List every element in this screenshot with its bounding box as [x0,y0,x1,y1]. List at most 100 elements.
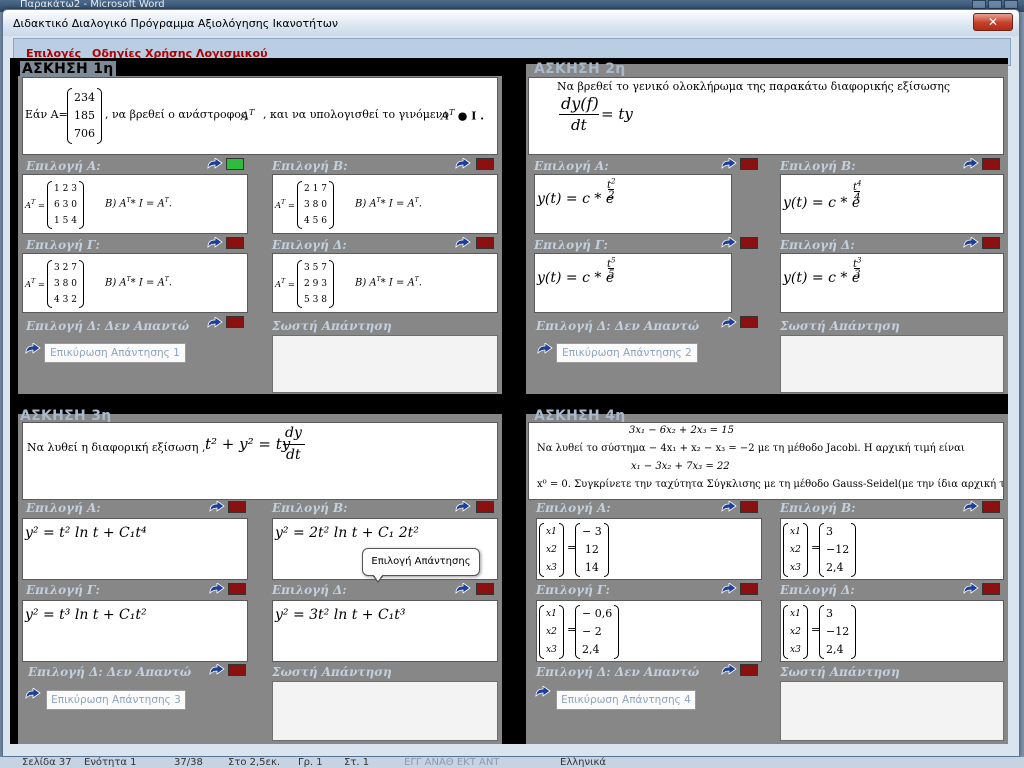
confirm-answer-4-button[interactable]: Επικύρωση Απάντησης 4 [556,690,696,710]
option-d-box[interactable]: x1 x2 x3 = 3 −12 2,4 [780,600,1004,662]
option-a-indicator[interactable] [226,158,244,170]
minimize-icon[interactable] [972,0,986,9]
formula-base: y(t) = c * e [783,195,861,211]
dialog-title-bar: Διδακτικό Διαλογικό Πρόγραμμα Αξιολόγηση… [3,10,1019,36]
close-icon[interactable] [1004,0,1018,9]
confirm-answer-1-button[interactable]: Επικύρωση Απάντησης 1 [44,343,186,363]
option-d-indicator[interactable] [982,237,1000,249]
arrow-icon[interactable] [962,501,980,515]
maximize-icon[interactable] [988,0,1002,9]
status-page[interactable]: Σελίδα 37 [22,757,72,768]
arrow-icon[interactable] [720,501,738,515]
arrow-icon[interactable] [962,237,980,251]
no-answer-indicator[interactable] [226,316,244,328]
option-c-box[interactable]: y(t) = c * e t5 5 [534,253,732,313]
arrow-icon[interactable] [454,158,472,172]
confirm-answer-3-button[interactable]: Επικύρωση Απάντησης 3 [46,690,186,710]
option-c-box[interactable]: y² = t³ ln t + C₁t² [22,600,248,662]
option-b-indicator[interactable] [476,501,494,513]
option-d-box[interactable]: y(t) = c * e t3 3 [780,253,1004,313]
arrow-icon[interactable] [24,688,42,702]
option-c-box[interactable]: AT = 3 2 7 3 8 0 4 3 2 B) AT* I = AT. [22,253,248,313]
arrow-icon[interactable] [24,343,42,357]
option-a-indicator[interactable] [740,501,758,513]
status-section[interactable]: Ενότητα 1 [84,757,137,768]
status-line[interactable]: Γρ. 1 [298,757,323,768]
matrix-row: 3 5 7 [304,263,327,273]
option-d-indicator[interactable] [476,237,494,249]
option-c-indicator[interactable] [228,583,246,595]
arrow-icon[interactable] [454,501,472,515]
option-d-box[interactable]: AT = 3 5 7 2 9 3 5 3 8 B) AT* I = AT. [272,253,498,313]
matrix-row: 4 3 2 [54,295,77,305]
vector-cell: − 3 [582,525,602,538]
vector-cell: x1 [546,609,557,619]
option-d-box[interactable]: y² = 3t² ln t + C₁t³ [272,600,498,662]
option-b-indicator[interactable] [982,158,1000,170]
no-answer-indicator[interactable] [740,316,758,328]
matrix-cell: 706 [74,127,95,140]
arrow-icon[interactable] [720,317,738,331]
option-a-box[interactable]: x1 x2 x3 = − 3 12 14 [536,518,762,580]
arrow-icon[interactable] [454,583,472,597]
dialog-close-button[interactable]: ✕ [973,13,1013,31]
option-d-indicator[interactable] [982,583,1000,595]
status-language[interactable]: Ελληνικά [560,757,606,768]
option-a-box[interactable]: y(t) = c * e t2 2 [534,174,732,234]
tail-text-2: * I = A [130,277,165,289]
option-a-box[interactable]: y² = t² ln t + C₁t⁴ [22,518,248,580]
fraction-numerator: dy [285,425,302,441]
arrow-icon[interactable] [720,583,738,597]
status-at[interactable]: Στο 2,5εκ. [228,757,280,768]
question-text: , να βρεθεί ο ανάστροφος [105,108,248,121]
status-modes[interactable]: ΕΓΓ ΑΝΑΘ ΕΚΤ ΑΝΤ [404,757,499,768]
option-b-indicator[interactable] [982,501,1000,513]
vector-cell: x1 [790,527,801,537]
question-text: Να λυθεί η διαφορική εξίσωση , [27,441,206,454]
option-c-indicator[interactable] [740,583,758,595]
arrow-icon[interactable] [208,501,226,515]
option-a-indicator[interactable] [228,501,246,513]
option-b-label: Επιλογή Β: [272,159,348,173]
arrow-icon[interactable] [720,158,738,172]
arrow-icon[interactable] [208,583,226,597]
option-b-box[interactable]: y(t) = c * e t4 4 [780,174,1004,234]
arrow-icon[interactable] [962,583,980,597]
option-b-box[interactable]: AT = 2 1 7 3 8 0 4 5 6 B) AT* I = AT. [272,174,498,234]
correct-answer-box [780,681,1004,741]
arrow-icon[interactable] [206,237,224,251]
option-c-label: Επιλογή Γ: [26,238,100,252]
correct-answer-label: Σωστή Απάντηση [272,319,392,333]
option-lhs: AT = [25,199,45,211]
option-a-label: Επιλογή Α: [26,159,101,173]
arrow-icon[interactable] [720,664,738,678]
value-vector: 3 −12 2,4 [819,605,857,659]
confirm-answer-2-button[interactable]: Επικύρωση Απάντησης 2 [556,343,698,363]
option-a-indicator[interactable] [740,158,758,170]
vector-cell: 14 [584,561,599,574]
option-c-box[interactable]: x1 x2 x3 = − 0,6 − 2 2,4 [536,600,762,662]
arrow-icon[interactable] [454,237,472,251]
arrow-icon[interactable] [208,664,226,678]
option-a-box[interactable]: AT = 1 2 3 6 3 0 1 5 4 B) AT* I = AT. [22,174,248,234]
arrow-icon[interactable] [962,158,980,172]
option-b-box[interactable]: x1 x2 x3 = 3 −12 2,4 [780,518,1004,580]
option-c-indicator[interactable] [226,237,244,249]
arrow-icon[interactable] [206,158,224,172]
exercise-title: ΑΣΚΗΣΗ 2η [534,61,626,77]
option-d-indicator[interactable] [476,583,494,595]
formula-base: y(t) = c * e [537,270,615,286]
arrow-icon[interactable] [534,686,552,700]
no-answer-indicator[interactable] [740,664,758,676]
status-col[interactable]: Στ. 1 [344,757,369,768]
arrow-icon[interactable] [536,343,554,357]
arrow-icon[interactable] [720,237,738,251]
matrix-row: 1 5 4 [54,216,77,226]
arrow-icon[interactable] [206,317,224,331]
symbol-a: A [241,109,249,123]
no-answer-indicator[interactable] [228,664,246,676]
status-pages[interactable]: 37/38 [174,757,203,768]
option-c-indicator[interactable] [740,237,758,249]
matrix-row: 2 1 7 [304,184,327,194]
option-b-indicator[interactable] [476,158,494,170]
